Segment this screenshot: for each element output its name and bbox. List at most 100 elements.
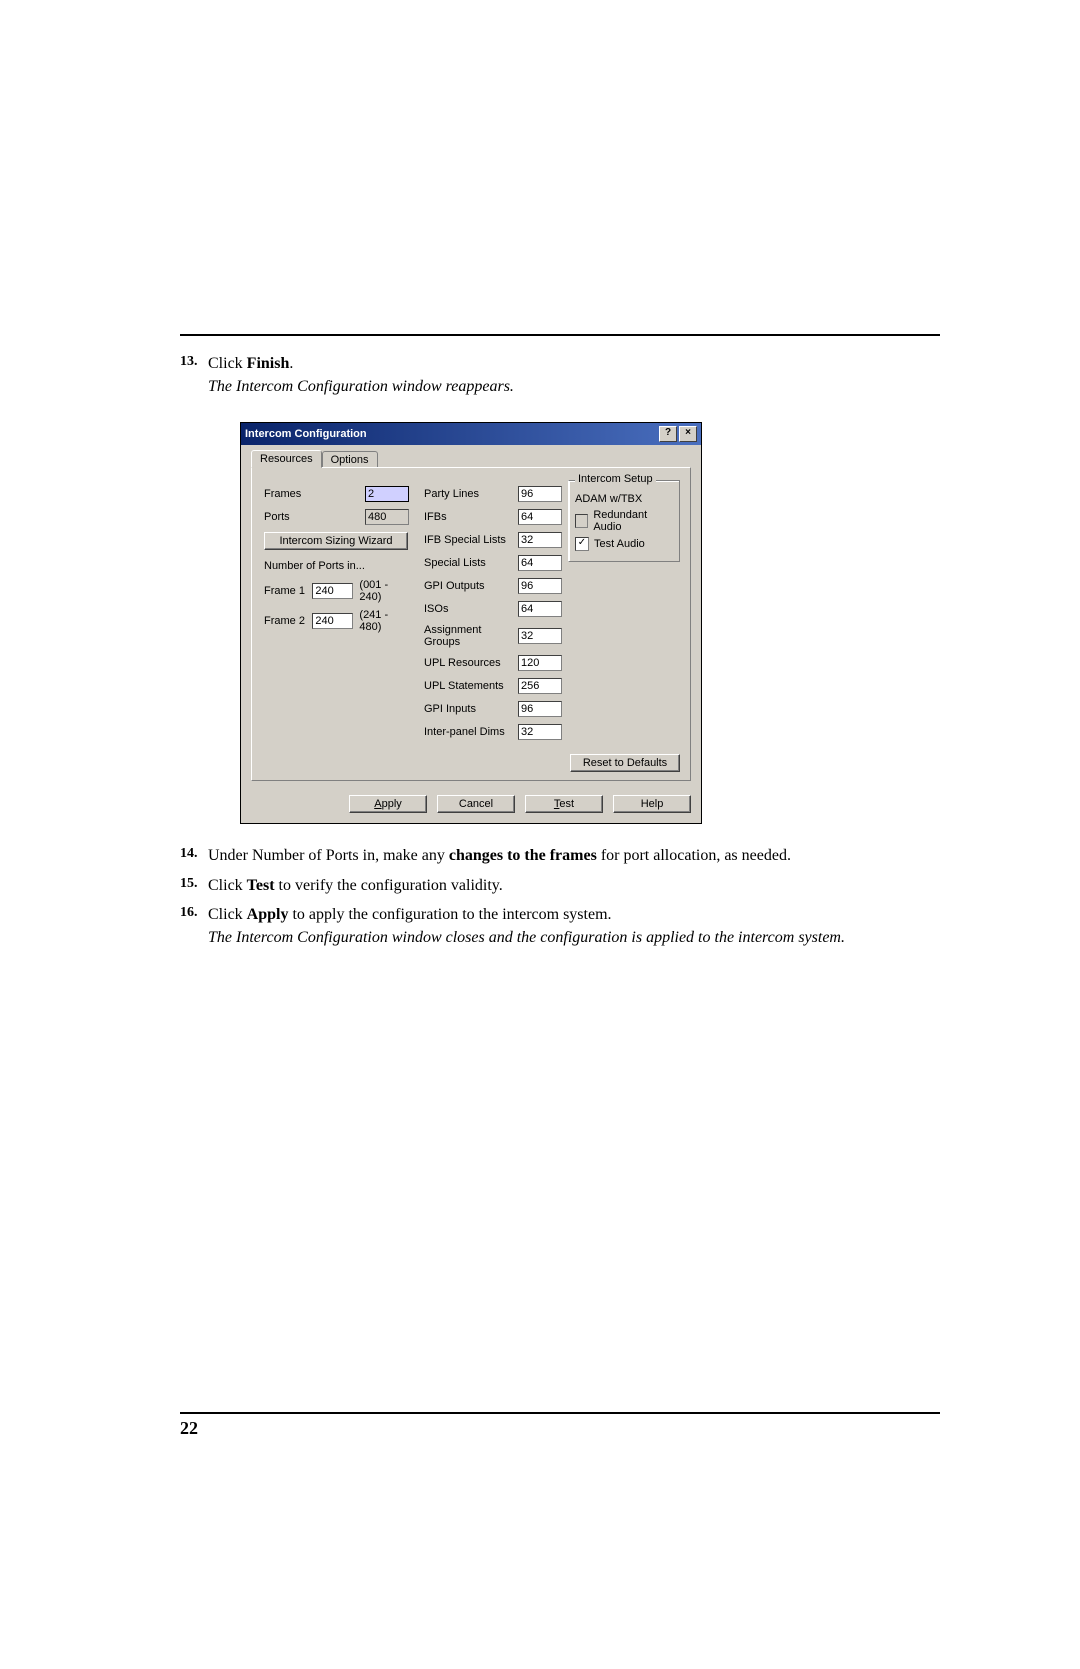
gpi-out-input[interactable]: 96 (518, 578, 562, 594)
step-bold: Finish (247, 355, 290, 372)
ifbs-label: IFBs (424, 511, 518, 523)
document-page: 13. Click Finish. The Intercom Configura… (0, 0, 1080, 1669)
test-button[interactable]: Test (525, 795, 603, 813)
step-text: Click (208, 906, 247, 923)
ports-label: Ports (264, 511, 365, 523)
gpi-in-input[interactable]: 96 (518, 701, 562, 717)
reset-defaults-button[interactable]: Reset to Defaults (570, 754, 680, 772)
frame2-row: Frame 2 240 (241 - 480) (264, 609, 409, 633)
titlebar-buttons: ? × (657, 426, 697, 442)
screenshot-figure: Intercom Configuration ? × Resources Opt… (240, 422, 940, 824)
instruction-list: 13. Click Finish. The Intercom Configura… (180, 352, 940, 398)
left-column: Frames 2 Ports 480 Intercom Sizing Wizar… (264, 486, 409, 639)
apply-button[interactable]: Apply (349, 795, 427, 813)
testaudio-checkbox[interactable]: ✓ (575, 537, 589, 551)
step-number: 14. (180, 844, 208, 867)
step-13: 13. Click Finish. The Intercom Configura… (180, 352, 940, 398)
step-result: The Intercom Configuration window reappe… (208, 375, 940, 398)
adam-label-row: ADAM w/TBX (575, 493, 673, 505)
frames-row: Frames 2 (264, 486, 409, 502)
intercom-config-dialog: Intercom Configuration ? × Resources Opt… (240, 422, 702, 824)
step-body: Click Test to verify the configuration v… (208, 874, 940, 897)
frame1-input[interactable]: 240 (312, 583, 353, 599)
right-column: Intercom Setup ADAM w/TBX Redundant Audi… (568, 480, 680, 562)
frames-input[interactable]: 2 (365, 486, 409, 502)
test-rest: est (559, 798, 574, 810)
redundant-checkbox[interactable] (575, 514, 588, 528)
step-15: 15. Click Test to verify the configurati… (180, 874, 940, 897)
sizing-wizard-button[interactable]: Intercom Sizing Wizard (264, 532, 408, 550)
step-bold: Test (247, 877, 275, 894)
gpi-out-label: GPI Outputs (424, 580, 518, 592)
party-lines-input[interactable]: 96 (518, 486, 562, 502)
tab-panel-resources: Frames 2 Ports 480 Intercom Sizing Wizar… (251, 467, 691, 781)
ports-row: Ports 480 (264, 509, 409, 525)
redundant-label: Redundant Audio (593, 509, 673, 533)
step-text: Under Number of Ports in, make any (208, 847, 449, 864)
tab-strip: Resources Options (251, 449, 378, 467)
step-16: 16. Click Apply to apply the configurati… (180, 903, 940, 949)
ipd-label: Inter-panel Dims (424, 726, 518, 738)
cancel-button[interactable]: Cancel (437, 795, 515, 813)
uplr-label: UPL Resources (424, 657, 518, 669)
sl-input[interactable]: 64 (518, 555, 562, 571)
middle-column: Party Lines96 IFBs64 IFB Special Lists32… (424, 486, 562, 747)
ipd-input[interactable]: 32 (518, 724, 562, 740)
help-button[interactable]: Help (613, 795, 691, 813)
step-number: 15. (180, 874, 208, 897)
step-text: to verify the configuration validity. (275, 877, 503, 894)
content-area: 13. Click Finish. The Intercom Configura… (180, 334, 940, 955)
redundant-row: Redundant Audio (575, 509, 673, 533)
frames-label: Frames (264, 488, 365, 500)
step-14: 14. Under Number of Ports in, make any c… (180, 844, 940, 867)
step-dot: . (289, 355, 293, 372)
close-title-button[interactable]: × (679, 426, 697, 442)
ifb-sl-input[interactable]: 32 (518, 532, 562, 548)
frame2-input[interactable]: 240 (312, 613, 353, 629)
frame2-range: (241 - 480) (359, 609, 409, 633)
help-title-button[interactable]: ? (659, 426, 677, 442)
step-body: Click Apply to apply the configuration t… (208, 903, 940, 949)
num-ports-header: Number of Ports in... (264, 560, 409, 572)
step-text: Click (208, 877, 247, 894)
apply-rest: pply (382, 798, 402, 810)
intercom-setup-legend: Intercom Setup (575, 473, 656, 485)
ifbs-input[interactable]: 64 (518, 509, 562, 525)
step-number: 13. (180, 352, 208, 398)
ifb-sl-label: IFB Special Lists (424, 534, 518, 546)
step-text: to apply the configuration to the interc… (288, 906, 611, 923)
tab-resources[interactable]: Resources (251, 450, 322, 468)
apply-u: A (374, 798, 381, 810)
frame1-row: Frame 1 240 (001 - 240) (264, 579, 409, 603)
upls-input[interactable]: 256 (518, 678, 562, 694)
upls-label: UPL Statements (424, 680, 518, 692)
isos-label: ISOs (424, 603, 518, 615)
footer-rule (180, 1412, 940, 1414)
step-text: Click (208, 355, 247, 372)
step-body: Under Number of Ports in, make any chang… (208, 844, 940, 867)
step-body: Click Finish. The Intercom Configuration… (208, 352, 940, 398)
sl-label: Special Lists (424, 557, 518, 569)
step-text: for port allocation, as needed. (597, 847, 791, 864)
ag-label: Assignment Groups (424, 624, 518, 648)
step-number: 16. (180, 903, 208, 949)
isos-input[interactable]: 64 (518, 601, 562, 617)
dialog-title-text: Intercom Configuration (245, 428, 367, 440)
uplr-input[interactable]: 120 (518, 655, 562, 671)
header-rule (180, 334, 940, 336)
dialog-titlebar[interactable]: Intercom Configuration ? × (241, 423, 701, 445)
frame2-label: Frame 2 (264, 615, 306, 627)
step-result: The Intercom Configuration window closes… (208, 926, 940, 949)
gpi-in-label: GPI Inputs (424, 703, 518, 715)
ports-input: 480 (365, 509, 409, 525)
instruction-list-cont: 14. Under Number of Ports in, make any c… (180, 844, 940, 949)
intercom-setup-fieldset: Intercom Setup ADAM w/TBX Redundant Audi… (568, 480, 680, 562)
party-lines-label: Party Lines (424, 488, 518, 500)
frame1-range: (001 - 240) (359, 579, 409, 603)
testaudio-label: Test Audio (594, 538, 645, 550)
frame1-label: Frame 1 (264, 585, 306, 597)
adam-label: ADAM w/TBX (575, 493, 642, 505)
ag-input[interactable]: 32 (518, 628, 562, 644)
page-footer: 22 (180, 1402, 940, 1439)
testaudio-row: ✓ Test Audio (575, 537, 673, 551)
